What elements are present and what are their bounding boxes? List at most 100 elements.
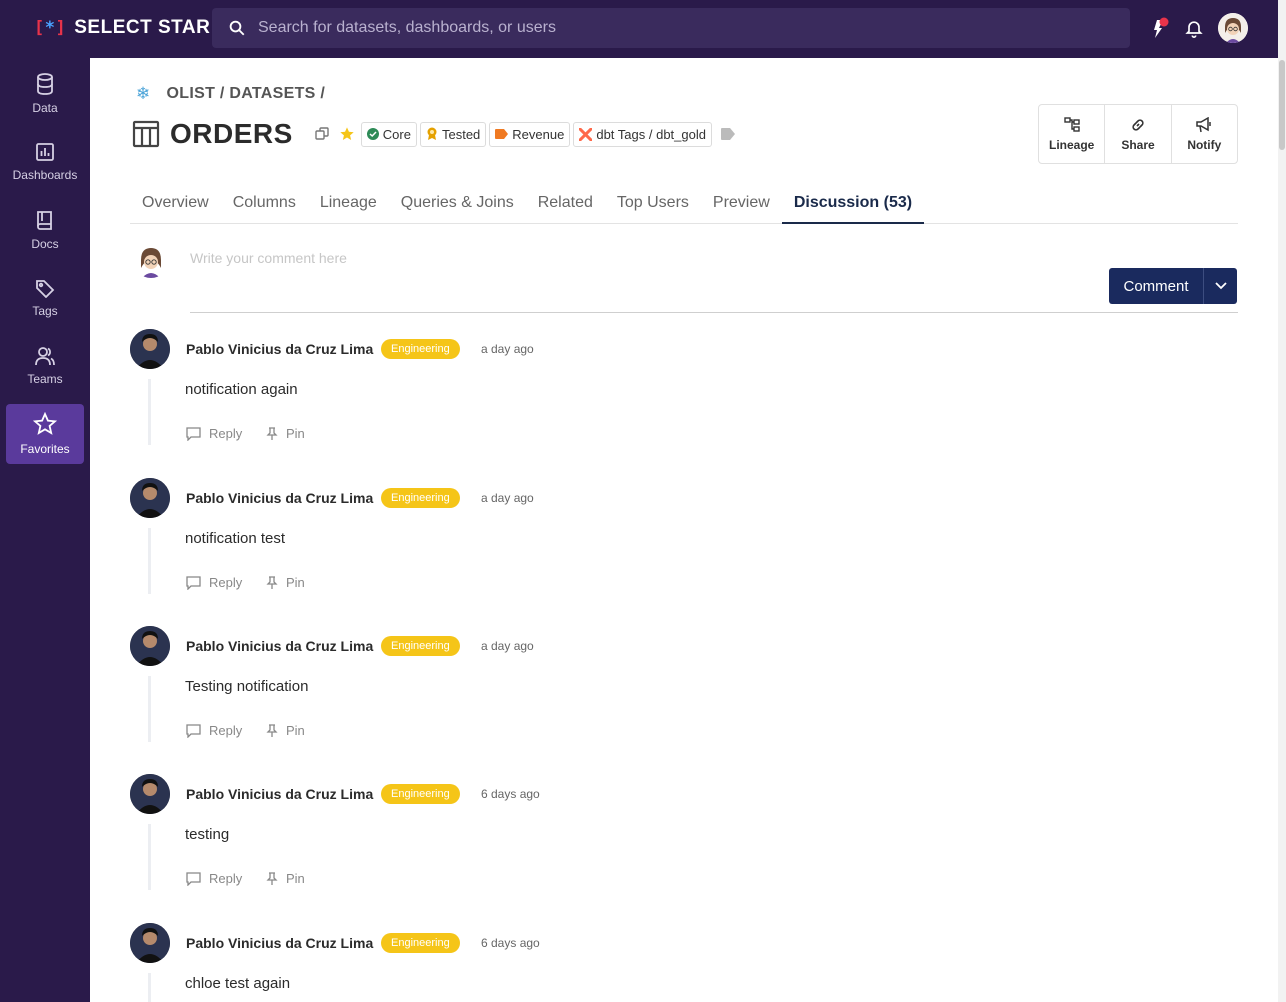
- search-input[interactable]: [258, 19, 1118, 37]
- bell-icon[interactable]: [1184, 17, 1204, 39]
- copy-icon[interactable]: [315, 127, 329, 141]
- sidebar-item-label: Data: [32, 101, 58, 115]
- star-icon: [33, 412, 57, 435]
- tag-revenue[interactable]: Revenue: [489, 121, 571, 147]
- tag-label: dbt Tags / dbt_gold: [596, 126, 706, 142]
- page-title: ORDERS: [170, 118, 293, 149]
- pin-button[interactable]: Pin: [266, 723, 305, 738]
- author-avatar[interactable]: [130, 626, 170, 666]
- pin-button[interactable]: Pin: [266, 575, 305, 590]
- scrollbar-thumb[interactable]: [1279, 60, 1285, 150]
- tag-label: Revenue: [512, 126, 565, 142]
- search-icon: [229, 20, 245, 36]
- tag-tested[interactable]: Tested: [419, 121, 487, 147]
- reply-button[interactable]: Reply: [186, 426, 242, 441]
- share-label: Share: [1121, 137, 1155, 152]
- pin-icon: [266, 426, 278, 440]
- user-avatar[interactable]: [1218, 13, 1248, 43]
- book-icon: [37, 211, 52, 230]
- tag-label: Tested: [441, 126, 481, 142]
- comment-author[interactable]: Pablo Vinicius da Cruz Lima: [186, 935, 373, 951]
- tab-queries-joins[interactable]: Queries & Joins: [389, 182, 526, 224]
- comment-author[interactable]: Pablo Vinicius da Cruz Lima: [186, 786, 373, 802]
- team-badge[interactable]: Engineering: [381, 636, 460, 656]
- sidebar-item-label: Tags: [32, 304, 58, 318]
- sidebar-item-docs[interactable]: Docs: [6, 200, 84, 260]
- tab-related[interactable]: Related: [526, 182, 605, 224]
- comment-author[interactable]: Pablo Vinicius da Cruz Lima: [186, 490, 373, 506]
- tab-preview[interactable]: Preview: [701, 182, 782, 224]
- reply-label: Reply: [209, 871, 243, 886]
- team-badge[interactable]: Engineering: [381, 488, 460, 508]
- breadcrumb-text: OLIST / DATASETS /: [166, 85, 326, 102]
- main-content: ❄ OLIST / DATASETS / ORDERS Core Tested …: [90, 58, 1278, 1002]
- reply-button[interactable]: Reply: [186, 723, 242, 738]
- comment-item: Pablo Vinicius da Cruz Lima Engineering …: [130, 478, 1230, 626]
- page-scrollbar[interactable]: [1278, 0, 1286, 1002]
- author-avatar[interactable]: [130, 923, 170, 963]
- sidebar-item-label: Dashboards: [12, 168, 78, 182]
- tab-top-users[interactable]: Top Users: [605, 182, 701, 224]
- comment-input[interactable]: [190, 250, 790, 266]
- comment-author[interactable]: Pablo Vinicius da Cruz Lima: [186, 638, 373, 654]
- pin-label: Pin: [286, 426, 305, 441]
- snowflake-icon: ❄: [136, 84, 151, 103]
- comment-options-button[interactable]: [1204, 268, 1237, 304]
- tag-icon: [36, 280, 55, 298]
- database-icon: [37, 73, 53, 95]
- comment-item: Pablo Vinicius da Cruz Lima Engineering …: [130, 774, 1230, 922]
- tag-dbt-gold[interactable]: dbt Tags / dbt_gold: [573, 121, 712, 147]
- notify-button[interactable]: Notify: [1172, 105, 1237, 163]
- comment-text: notification again: [185, 381, 298, 398]
- breadcrumb[interactable]: ❄ OLIST / DATASETS /: [136, 84, 325, 104]
- sidebar-item-teams[interactable]: Teams: [6, 336, 84, 396]
- add-tag-icon[interactable]: [720, 128, 735, 140]
- chart-icon: [36, 143, 54, 161]
- thread-rail: [148, 379, 151, 445]
- comment-text: testing: [185, 826, 230, 843]
- logo-icon: [*]: [34, 18, 67, 38]
- thread-rail: [148, 824, 151, 890]
- favorite-star-icon[interactable]: [339, 126, 355, 142]
- sidebar-item-favorites[interactable]: Favorites: [6, 404, 84, 464]
- tag-icon: [495, 129, 509, 139]
- team-badge[interactable]: Engineering: [381, 339, 460, 359]
- reply-button[interactable]: Reply: [186, 871, 242, 886]
- share-button[interactable]: Share: [1105, 105, 1172, 163]
- feedback-icon[interactable]: [1148, 16, 1170, 40]
- tab-lineage[interactable]: Lineage: [308, 182, 389, 224]
- search-bar[interactable]: [212, 8, 1130, 48]
- tag-core[interactable]: Core: [360, 121, 417, 147]
- comment-author[interactable]: Pablo Vinicius da Cruz Lima: [186, 341, 373, 357]
- sidebar-item-dashboards[interactable]: Dashboards: [6, 132, 84, 192]
- pin-button[interactable]: Pin: [266, 871, 305, 886]
- author-avatar[interactable]: [130, 478, 170, 518]
- pin-icon: [266, 871, 278, 885]
- sidebar-item-data[interactable]: Data: [6, 64, 84, 124]
- tab-discussion[interactable]: Discussion (53): [781, 182, 925, 224]
- pin-label: Pin: [286, 871, 305, 886]
- reply-button[interactable]: Reply: [186, 575, 242, 590]
- comment-text: Testing notification: [185, 678, 309, 695]
- author-avatar[interactable]: [130, 774, 170, 814]
- team-badge[interactable]: Engineering: [381, 784, 460, 804]
- reply-label: Reply: [209, 575, 243, 590]
- pin-button[interactable]: Pin: [266, 426, 305, 441]
- app-logo[interactable]: [*] SELECT STAR: [34, 17, 210, 39]
- comment-button-group: Comment: [1109, 268, 1237, 304]
- app-name: SELECT STAR: [74, 17, 211, 38]
- table-icon: [132, 120, 160, 148]
- dbt-icon: [579, 127, 593, 141]
- lineage-button[interactable]: Lineage: [1039, 105, 1106, 163]
- sidebar: Data Dashboards Docs Tags Teams Favorite…: [0, 58, 90, 1002]
- author-avatar[interactable]: [130, 329, 170, 369]
- tab-columns[interactable]: Columns: [221, 182, 308, 224]
- sidebar-item-tags[interactable]: Tags: [6, 268, 84, 328]
- chevron-down-icon: [1214, 282, 1227, 290]
- comment-item: Pablo Vinicius da Cruz Lima Engineering …: [130, 923, 1230, 1002]
- comment-timestamp: 6 days ago: [481, 787, 540, 801]
- comment-button[interactable]: Comment: [1109, 268, 1204, 304]
- tab-overview[interactable]: Overview: [130, 182, 221, 224]
- team-badge[interactable]: Engineering: [381, 933, 460, 953]
- sidebar-item-label: Teams: [27, 372, 63, 386]
